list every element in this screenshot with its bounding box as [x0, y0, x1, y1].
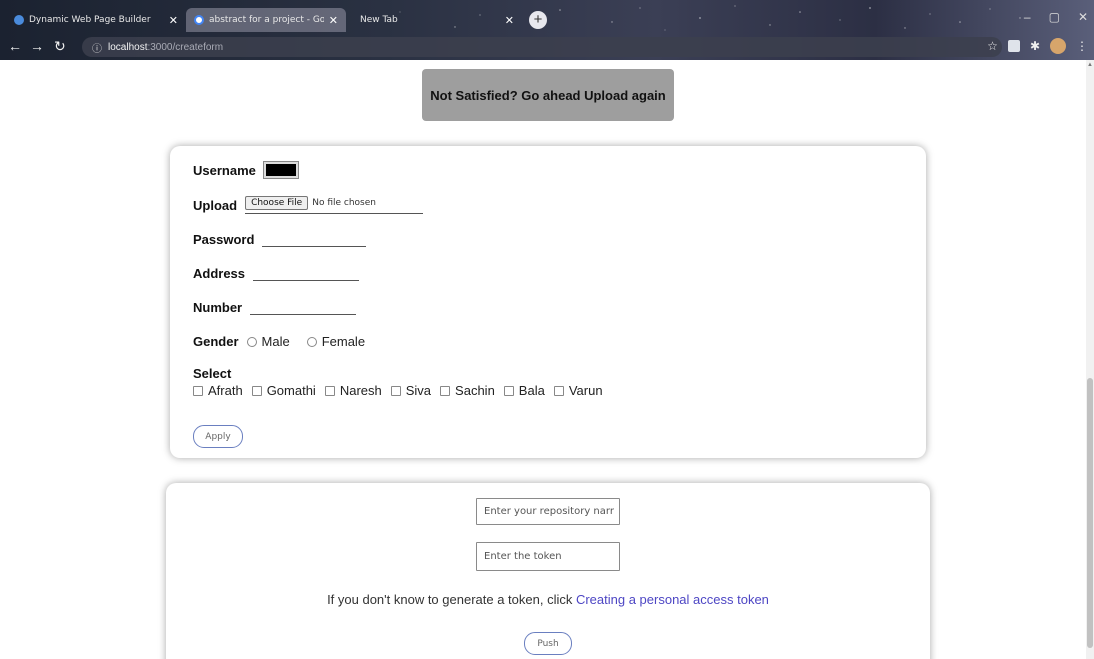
select-options-row: Afrath Gomathi Naresh Siva Sachin Bala V…: [193, 383, 612, 398]
select-option-label: Gomathi: [266, 383, 316, 398]
close-tab-icon[interactable]: ✕: [169, 14, 178, 27]
repository-name-input[interactable]: Enter your repository narr: [476, 498, 620, 525]
number-input[interactable]: [250, 300, 357, 315]
google-favicon-icon: [194, 15, 204, 25]
maximize-icon[interactable]: ▢: [1049, 10, 1060, 24]
browser-chrome: Dynamic Web Page Builder ✕ abstract for …: [0, 0, 1094, 60]
tab-title: abstract for a project - Google S: [209, 15, 324, 25]
no-file-text: No file chosen: [312, 198, 376, 208]
close-window-icon[interactable]: ✕: [1078, 10, 1088, 24]
select-label: Select: [193, 366, 232, 381]
select-option-siva[interactable]: Siva: [390, 383, 432, 398]
number-row: Number: [193, 300, 357, 315]
select-heading-row: Select: [193, 366, 231, 381]
radio-button[interactable]: [246, 336, 257, 347]
select-option-gomathi[interactable]: Gomathi: [251, 383, 316, 398]
tab-dynamic-web-page-builder[interactable]: Dynamic Web Page Builder ✕: [6, 8, 186, 32]
number-label: Number: [193, 300, 243, 315]
checkbox[interactable]: [193, 385, 203, 396]
address-row: Address: [193, 266, 360, 281]
forward-arrow-icon[interactable]: →: [30, 39, 44, 53]
gender-option-female[interactable]: Female: [306, 334, 366, 349]
gender-option-label: Female: [321, 334, 366, 349]
new-tab-plus-icon[interactable]: +: [529, 11, 547, 29]
browser-toolbar: ← → ↻ ⓘ localhost:3000/createform ☆ ✱ ⋮: [0, 34, 1094, 60]
generated-form-card: Username Upload Choose File No file chos…: [170, 146, 926, 458]
select-option-label: Afrath: [208, 383, 243, 398]
scrollbar-thumb[interactable]: [1087, 378, 1093, 648]
tab-google-search[interactable]: abstract for a project - Google S ✕: [186, 8, 346, 32]
password-row: Password: [193, 232, 367, 247]
checkbox[interactable]: [503, 385, 514, 396]
app-favicon-icon: [14, 15, 24, 25]
upload-row: Upload Choose File No file chosen: [193, 196, 424, 214]
site-info-icon[interactable]: ⓘ: [92, 40, 102, 55]
minimize-icon[interactable]: –: [1024, 10, 1031, 24]
address-input[interactable]: [253, 266, 360, 281]
username-row: Username: [193, 161, 299, 179]
reload-icon[interactable]: ↻: [54, 39, 66, 53]
personal-access-token-link[interactable]: Creating a personal access token: [576, 592, 769, 607]
page-scrollbar[interactable]: ▲: [1086, 60, 1094, 659]
gender-row: Gender Male Female: [193, 334, 374, 349]
checkbox[interactable]: [324, 385, 335, 396]
username-color-input[interactable]: [262, 161, 299, 179]
address-label: Address: [193, 266, 246, 281]
checkbox[interactable]: [440, 385, 451, 396]
select-option-label: Sachin: [455, 383, 495, 398]
apply-button[interactable]: Apply: [193, 425, 243, 448]
select-option-afrath[interactable]: Afrath: [193, 383, 243, 398]
url-host: localhost: [108, 41, 148, 53]
page-content: Not Satisfied? Go ahead Upload again Use…: [0, 60, 1094, 659]
checkbox[interactable]: [390, 385, 401, 396]
upload-label: Upload: [193, 197, 238, 213]
token-help-text: If you don't know to generate a token, c…: [166, 592, 930, 607]
checkbox[interactable]: [251, 385, 262, 396]
password-label: Password: [193, 232, 255, 247]
select-option-varun[interactable]: Varun: [553, 383, 603, 398]
choose-file-button[interactable]: Choose File: [245, 196, 309, 210]
username-label: Username: [193, 162, 256, 178]
select-option-bala[interactable]: Bala: [503, 383, 545, 398]
password-input[interactable]: [262, 232, 367, 247]
tab-title: Dynamic Web Page Builder: [29, 15, 151, 25]
tab-title: New Tab: [360, 15, 398, 25]
toolbar-icons: ☆ ✱ ⋮: [987, 38, 1088, 54]
select-option-sachin[interactable]: Sachin: [440, 383, 495, 398]
scroll-up-arrow-icon[interactable]: ▲: [1087, 62, 1093, 68]
file-input[interactable]: Choose File No file chosen: [245, 196, 424, 214]
upload-again-button[interactable]: Not Satisfied? Go ahead Upload again: [422, 69, 674, 121]
gender-option-label: Male: [261, 334, 290, 349]
tab-new-tab[interactable]: New Tab ✕: [352, 8, 522, 32]
url-path: :3000/createform: [147, 41, 224, 53]
back-arrow-icon[interactable]: ←: [8, 39, 22, 53]
select-option-label: Varun: [568, 383, 603, 398]
menu-dots-icon[interactable]: ⋮: [1076, 39, 1088, 53]
select-option-label: Naresh: [339, 383, 382, 398]
repository-push-card: Enter your repository narr Enter the tok…: [166, 483, 930, 659]
address-bar[interactable]: ⓘ localhost:3000/createform: [82, 37, 1002, 57]
extension-icon[interactable]: [1007, 40, 1020, 52]
token-help-message: If you don't know to generate a token, c…: [327, 592, 576, 607]
close-tab-icon[interactable]: ✕: [505, 14, 514, 27]
select-option-label: Siva: [405, 383, 432, 398]
radio-button[interactable]: [306, 336, 317, 347]
checkbox[interactable]: [553, 385, 564, 396]
push-button[interactable]: Push: [524, 632, 572, 655]
select-option-naresh[interactable]: Naresh: [324, 383, 382, 398]
bookmark-star-icon[interactable]: ☆: [987, 39, 998, 53]
close-tab-icon[interactable]: ✕: [329, 14, 338, 27]
select-option-label: Bala: [518, 383, 545, 398]
window-controls: – ▢ ✕: [1024, 10, 1088, 24]
token-input[interactable]: Enter the token: [476, 542, 620, 571]
tab-strip: Dynamic Web Page Builder ✕ abstract for …: [0, 6, 1094, 34]
gender-label: Gender: [193, 334, 239, 349]
extensions-puzzle-icon[interactable]: ✱: [1030, 39, 1040, 53]
profile-avatar[interactable]: [1050, 38, 1066, 54]
gender-option-male[interactable]: Male: [246, 334, 290, 349]
